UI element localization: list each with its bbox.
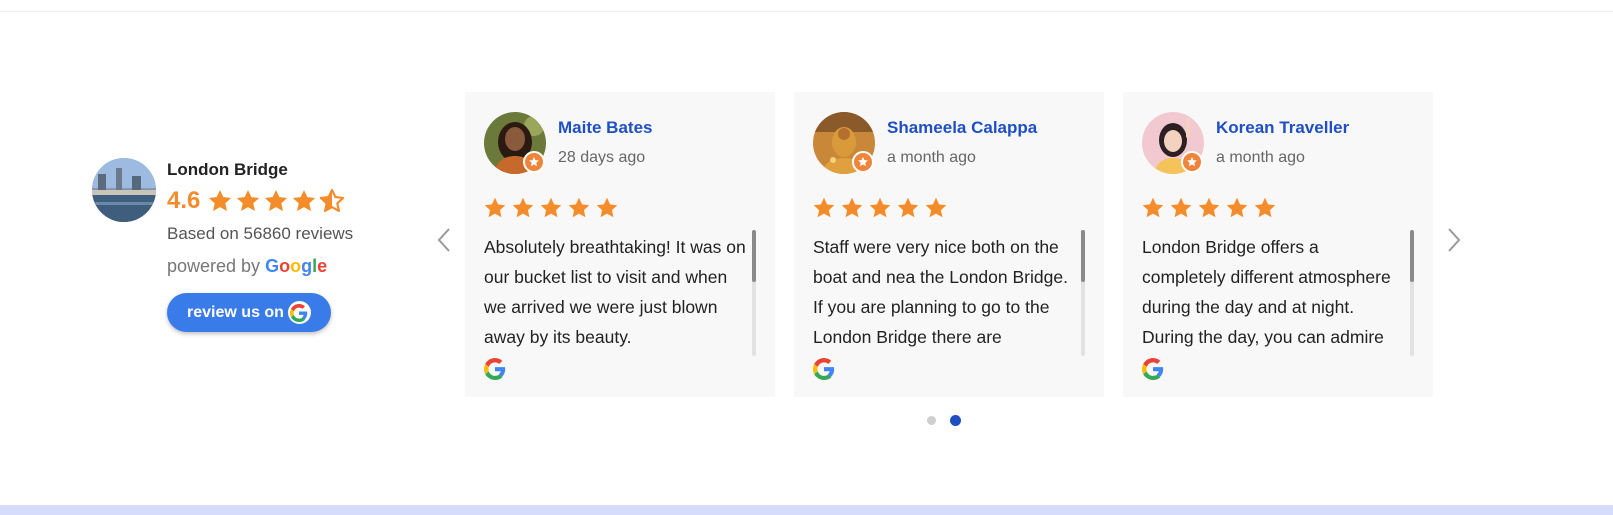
star-icon <box>568 197 590 218</box>
google-logo: Google <box>265 256 327 276</box>
reviewer-avatar <box>1142 112 1204 174</box>
local-guide-badge-icon <box>852 151 874 173</box>
review-us-label: review us on <box>187 303 284 321</box>
reviewer-name[interactable]: Shameela Calappa <box>887 118 1037 138</box>
summary-stars <box>206 188 346 214</box>
review-text: London Bridge offers a completely differ… <box>1142 237 1391 347</box>
review-date: 28 days ago <box>558 149 646 166</box>
powered-by-label: powered by <box>167 256 261 276</box>
star-icon <box>484 197 506 218</box>
local-guide-badge-icon <box>523 151 545 173</box>
scrollbar-thumb[interactable] <box>1410 230 1414 282</box>
star-icon <box>1226 197 1248 218</box>
powered-by: powered by Google <box>167 256 327 277</box>
top-divider <box>0 11 1613 12</box>
local-guide-badge-icon <box>1181 151 1203 173</box>
reviewer-avatar <box>484 112 546 174</box>
star-icon <box>897 197 919 218</box>
half-star-icon <box>320 188 345 213</box>
chevron-left-icon[interactable] <box>432 226 456 254</box>
review-card: Shameela Calappa a month ago Staff were … <box>794 92 1104 397</box>
review-stars <box>1141 196 1277 220</box>
scrollbar-thumb[interactable] <box>752 230 756 282</box>
review-date: a month ago <box>1216 149 1305 166</box>
google-letter: G <box>265 256 280 276</box>
review-scrollbar[interactable] <box>1081 230 1085 356</box>
review-card: Maite Bates 28 days ago Absolutely breat… <box>465 92 775 397</box>
average-rating: 4.6 <box>167 187 201 214</box>
star-icon <box>512 197 534 218</box>
google-g-icon <box>287 301 311 324</box>
google-letter: o <box>290 256 302 276</box>
place-avatar <box>92 158 156 222</box>
review-scrollbar[interactable] <box>1410 230 1414 356</box>
scrollbar-thumb[interactable] <box>1081 230 1085 282</box>
star-icon <box>813 197 835 218</box>
review-date: a month ago <box>887 149 976 166</box>
pagination-dot-2[interactable] <box>950 415 961 426</box>
rating-summary: London Bridge 4.6 Based on 56860 reviews… <box>92 150 422 340</box>
google-letter: g <box>301 256 313 276</box>
reviewer-avatar <box>813 112 875 174</box>
review-card: Korean Traveller a month ago London Brid… <box>1123 92 1433 397</box>
star-icon <box>209 189 232 211</box>
review-scrollbar[interactable] <box>752 230 756 356</box>
footer-band <box>0 505 1613 515</box>
star-icon <box>293 189 316 211</box>
star-icon <box>841 197 863 218</box>
star-icon <box>869 197 891 218</box>
star-icon <box>596 197 618 218</box>
google-g-icon <box>813 358 835 380</box>
place-name: London Bridge <box>167 160 288 179</box>
pagination-dot-1[interactable] <box>927 416 936 425</box>
star-icon <box>540 197 562 218</box>
google-letter: e <box>317 256 328 276</box>
carousel-pagination <box>927 415 961 426</box>
google-g-icon <box>1142 358 1164 380</box>
review-text: Absolutely breathtaking! It was on our b… <box>484 237 746 347</box>
google-letter: o <box>279 256 291 276</box>
star-icon <box>1142 197 1164 218</box>
star-icon <box>1254 197 1276 218</box>
rating-row: 4.6 <box>167 186 346 216</box>
review-us-button[interactable]: review us on <box>167 293 331 332</box>
star-icon <box>237 189 260 211</box>
reviewer-name[interactable]: Korean Traveller <box>1216 118 1349 138</box>
star-icon <box>1170 197 1192 218</box>
review-text: Staff were very nice both on the boat an… <box>813 237 1068 347</box>
star-icon <box>1198 197 1220 218</box>
chevron-right-icon[interactable] <box>1442 226 1466 254</box>
star-icon <box>925 197 947 218</box>
google-g-icon <box>484 358 506 380</box>
review-stars <box>483 196 619 220</box>
star-icon <box>265 189 288 211</box>
reviewer-name[interactable]: Maite Bates <box>558 118 652 138</box>
review-count: Based on 56860 reviews <box>167 224 354 243</box>
review-stars <box>812 196 948 220</box>
